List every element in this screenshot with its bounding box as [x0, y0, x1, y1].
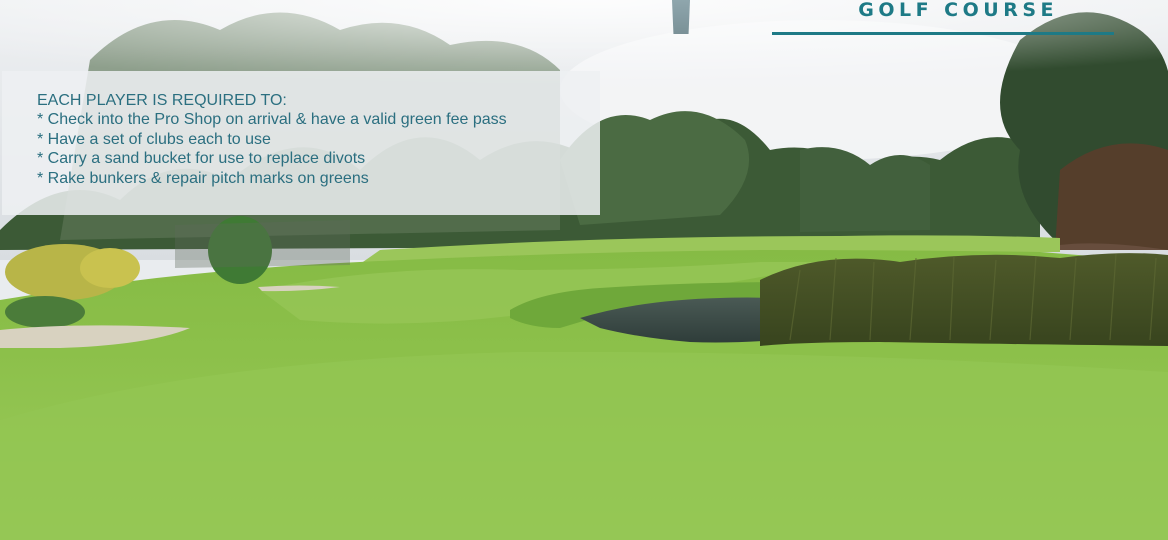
rule-item: * Check into the Pro Shop on arrival & h… — [37, 111, 507, 129]
rules-heading: EACH PLAYER IS REQUIRED TO: — [37, 92, 287, 109]
brand-title: GOLF COURSE — [858, 0, 1058, 21]
rules-list: * Check into the Pro Shop on arrival & h… — [37, 110, 600, 188]
rule-item: * Carry a sand bucket for use to replace… — [37, 150, 366, 168]
rule-item: * Rake bunkers & repair pitch marks on g… — [37, 169, 369, 187]
brand-underline — [772, 32, 1114, 35]
player-rules-panel: EACH PLAYER IS REQUIRED TO: * Check into… — [2, 71, 600, 215]
rule-item: * Have a set of clubs each to use — [37, 130, 271, 148]
brand-header: GOLF COURSE — [772, 0, 1114, 36]
hero-banner: GOLF COURSE EACH PLAYER IS REQUIRED TO: … — [0, 0, 1168, 540]
logo-mark-icon — [672, 0, 690, 34]
